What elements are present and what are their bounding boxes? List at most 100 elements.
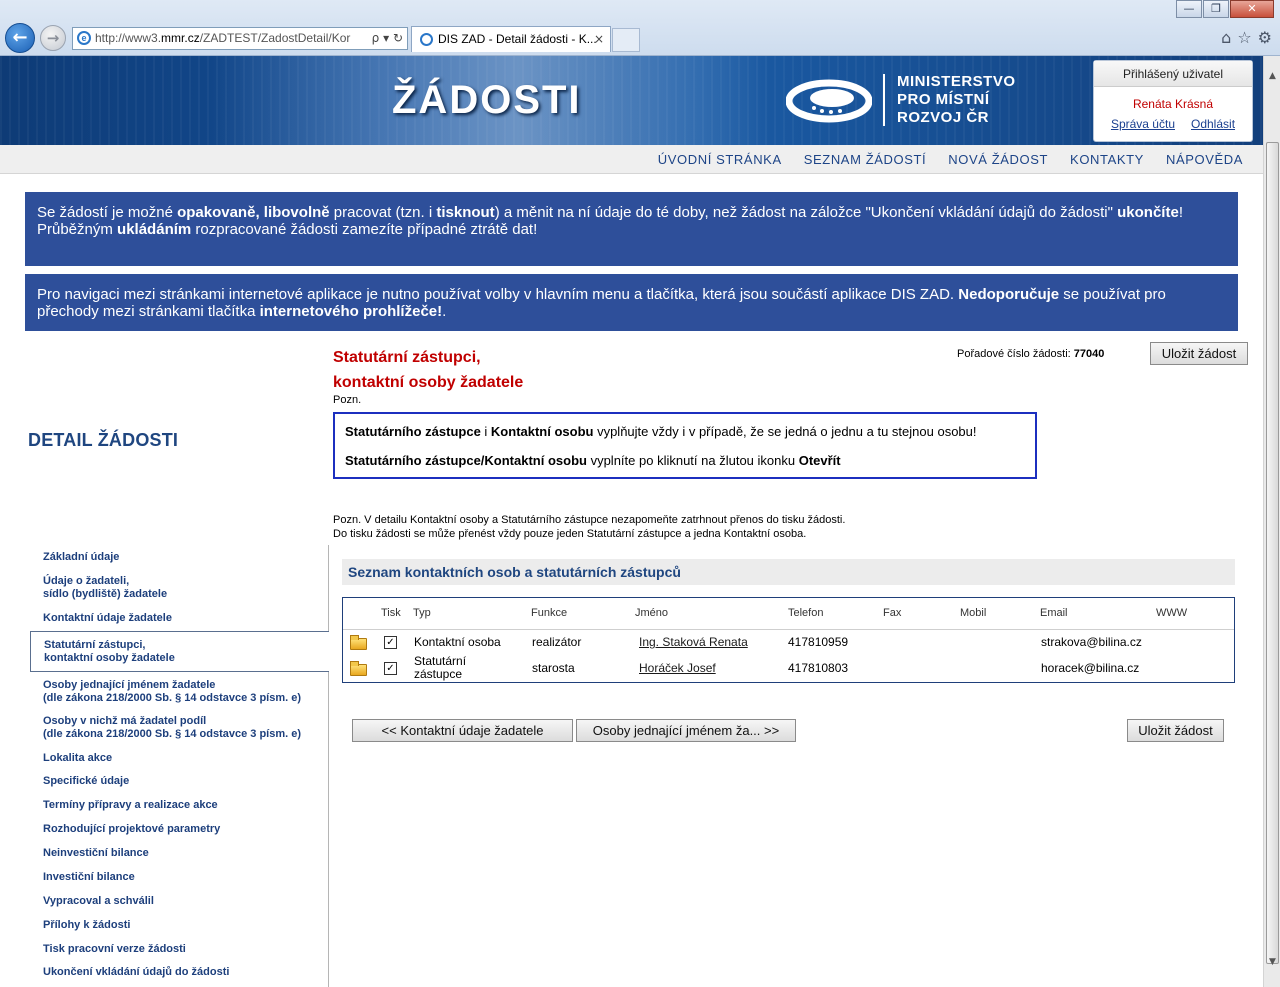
ministry-logo [786, 79, 872, 123]
sidebar-nav: Základní údaje Údaje o žadateli, sídlo (b… [30, 545, 329, 987]
tab-ie-icon [420, 33, 433, 46]
menu-new-application[interactable]: NOVÁ ŽÁDOST [948, 152, 1048, 167]
section-title: Statutární zástupci, kontaktní osoby žad… [333, 345, 523, 395]
sidebar-item-label: sídlo (bydliště) žadatele [43, 588, 168, 600]
info-text: Se žádostí je možné [37, 204, 178, 221]
info-box-saving: Se žádostí je možné opakovaně, libovolně… [25, 192, 1238, 266]
scroll-up-icon[interactable]: ▲ [1265, 68, 1280, 84]
sidebar-item-applicant[interactable]: Údaje o žadateli, sídlo (bydliště) žadate… [30, 575, 329, 601]
order-number: Pořadové číslo žádosti: 77040 [957, 348, 1104, 360]
menu-help[interactable]: NÁPOVĚDA [1166, 152, 1243, 167]
home-icon[interactable]: ⌂ [1221, 28, 1231, 47]
menu-contacts[interactable]: KONTAKTY [1070, 152, 1144, 167]
toolbar-icons: ⌂ ☆ ⚙ [1221, 28, 1272, 47]
sidebar-item-basic-data[interactable]: Základní údaje [30, 551, 329, 564]
section-title-line: Statutární zástupci, [333, 349, 481, 366]
sidebar-item-label: Osoby v nichž má žadatel podíl [43, 715, 207, 727]
table-row: ✓ Statutární zástupce starosta Horáček Jo… [343, 655, 1234, 683]
info-bold: internetového prohlížeče! [259, 303, 443, 320]
sidebar-item-noninvestment[interactable]: Neinvestiční bilance [30, 847, 329, 860]
sidebar-item-schedule[interactable]: Termíny přípravy a realizace akce [30, 799, 329, 812]
cell-name-link[interactable]: Horáček Josef [639, 661, 716, 675]
print-note-line: Do tisku žádosti se může přenést vždy po… [333, 528, 807, 540]
menu-home[interactable]: ÚVODNÍ STRÁNKA [658, 152, 782, 167]
cell-type: Statutární zástupce [414, 655, 466, 681]
logout-link[interactable]: Odhlásit [1191, 117, 1235, 131]
browser-chrome: — ❐ ✕ ← → e http://www3.mmr.cz/ZADTEST/Z… [0, 0, 1280, 56]
sidebar-item-print[interactable]: Tisk pracovní verze žádosti [30, 943, 329, 956]
address-bar[interactable]: e http://www3.mmr.cz/ZADTEST/ZadostDetai… [72, 27, 408, 50]
sidebar-item-shares[interactable]: Osoby v nichž má žadatel podíl (dle zákon… [30, 715, 329, 741]
vertical-scrollbar[interactable]: ▲ ▼ [1263, 56, 1280, 987]
list-title: Seznam kontaktních osob a statutárních z… [342, 559, 1235, 585]
banner-texture [0, 56, 1263, 145]
sidebar-item-label: Investiční bilance [43, 871, 135, 883]
maximize-button[interactable]: ❐ [1203, 0, 1229, 18]
print-checkbox[interactable]: ✓ [384, 662, 397, 675]
sidebar-item-label: Ukončení vkládání údajů do žádosti [43, 966, 230, 978]
sidebar-item-location[interactable]: Lokalita akce [30, 752, 329, 765]
table-header: Tisk Typ Funkce Jméno Telefon Fax Mobil … [343, 598, 1234, 630]
save-application-button[interactable]: Uložit žádost [1150, 342, 1248, 365]
account-settings-link[interactable]: Správa účtu [1111, 117, 1175, 131]
url-domain: mmr.cz [161, 31, 200, 45]
table-row: ✓ Kontaktní osoba realizátor Ing. Stakov… [343, 631, 1234, 657]
print-checkbox[interactable]: ✓ [384, 636, 397, 649]
sidebar-item-attachments[interactable]: Přílohy k žádosti [30, 919, 329, 932]
favorites-icon[interactable]: ☆ [1237, 28, 1251, 47]
previous-section-button[interactable]: << Kontaktní údaje žadatele [352, 719, 573, 742]
sidebar-item-investment[interactable]: Investiční bilance [30, 871, 329, 884]
info-text: . [442, 303, 447, 320]
sidebar-item-label: Rozhodující projektové parametry [43, 823, 221, 835]
info-box-navigation: Pro navigaci mezi stránkami internetové … [25, 274, 1238, 331]
next-section-button[interactable]: Osoby jednající jménem ža... >> [576, 719, 796, 742]
scrollbar-thumb[interactable] [1266, 142, 1279, 964]
scroll-down-icon[interactable]: ▼ [1265, 954, 1280, 970]
instruction-line: Statutárního zástupce i Kontaktní osobu … [345, 424, 977, 439]
tab-close-icon[interactable]: × [594, 27, 604, 51]
sidebar-item-parameters[interactable]: Rozhodující projektové parametry [30, 823, 329, 836]
sidebar-item-label: (dle zákona 218/2000 Sb. § 14 odstavce 3… [43, 728, 302, 740]
save-application-button-bottom[interactable]: Uložit žádost [1127, 719, 1224, 742]
sidebar-item-contact-data[interactable]: Kontaktní údaje žadatele [30, 612, 329, 625]
new-tab-button[interactable] [612, 28, 640, 52]
sidebar-item-label: Osoby jednající jménem žadatele [43, 679, 216, 691]
sidebar-item-acting-persons[interactable]: Osoby jednající jménem žadatele (dle záko… [30, 679, 329, 705]
instruction-line: Statutárního zástupce/Kontaktní osobu vy… [345, 453, 841, 468]
sidebar-item-label: Údaje o žadateli, [43, 575, 130, 587]
tab-title: DIS ZAD - Detail žádosti - K... [438, 32, 597, 46]
open-folder-icon[interactable] [350, 661, 367, 676]
info-bold: ukládáním [117, 221, 192, 238]
sidebar-item-label: kontaktní osoby žadatele [44, 652, 175, 664]
url-path: /ZADTEST/ZadostDetail/Kor [199, 31, 351, 45]
sidebar-item-finish[interactable]: Ukončení vkládání údajů do žádosti [30, 966, 329, 979]
sidebar-item-label: Neinvestiční bilance [43, 847, 149, 859]
sidebar-item-statutory[interactable]: Statutární zástupci, kontaktní osoby žada… [30, 631, 329, 672]
sidebar-item-label: Tisk pracovní verze žádosti [43, 943, 186, 955]
sidebar-item-label: Lokalita akce [43, 752, 113, 764]
address-tools-icon[interactable]: ρ ▾ ↻ [367, 28, 403, 49]
column-header-email: Email [1040, 607, 1068, 619]
order-number-label: Pořadové číslo žádosti: [957, 348, 1071, 360]
forward-button[interactable]: → [40, 25, 66, 51]
info-bold: tisknout [436, 204, 495, 221]
back-button[interactable]: ← [5, 23, 35, 53]
user-name: Renáta Krásná [1132, 97, 1214, 111]
settings-icon[interactable]: ⚙ [1258, 28, 1272, 47]
cell-name-link[interactable]: Ing. Staková Renata [639, 635, 748, 649]
menu-application-list[interactable]: SEZNAM ŽÁDOSTÍ [804, 152, 927, 167]
column-header-function: Funkce [531, 607, 568, 619]
cell-type-line: Statutární [414, 654, 467, 668]
info-text: Pro navigaci mezi stránkami internetové … [37, 286, 959, 303]
sidebar-item-prepared-by[interactable]: Vypracoval a schválil [30, 895, 329, 908]
sidebar-item-label: Specifické údaje [43, 775, 130, 787]
info-bold: ukončíte [1117, 204, 1179, 221]
minimize-button[interactable]: — [1176, 0, 1202, 18]
open-folder-icon[interactable] [350, 635, 367, 650]
info-bold: opakovaně, libovolně [177, 204, 330, 221]
print-note: Pozn. V detailu Kontaktní osoby a Statut… [333, 513, 845, 541]
close-window-button[interactable]: ✕ [1230, 0, 1274, 18]
browser-tab[interactable]: DIS ZAD - Detail žádosti - K... × [411, 26, 611, 52]
column-header-type: Typ [413, 607, 431, 619]
sidebar-item-specific[interactable]: Specifické údaje [30, 775, 329, 788]
